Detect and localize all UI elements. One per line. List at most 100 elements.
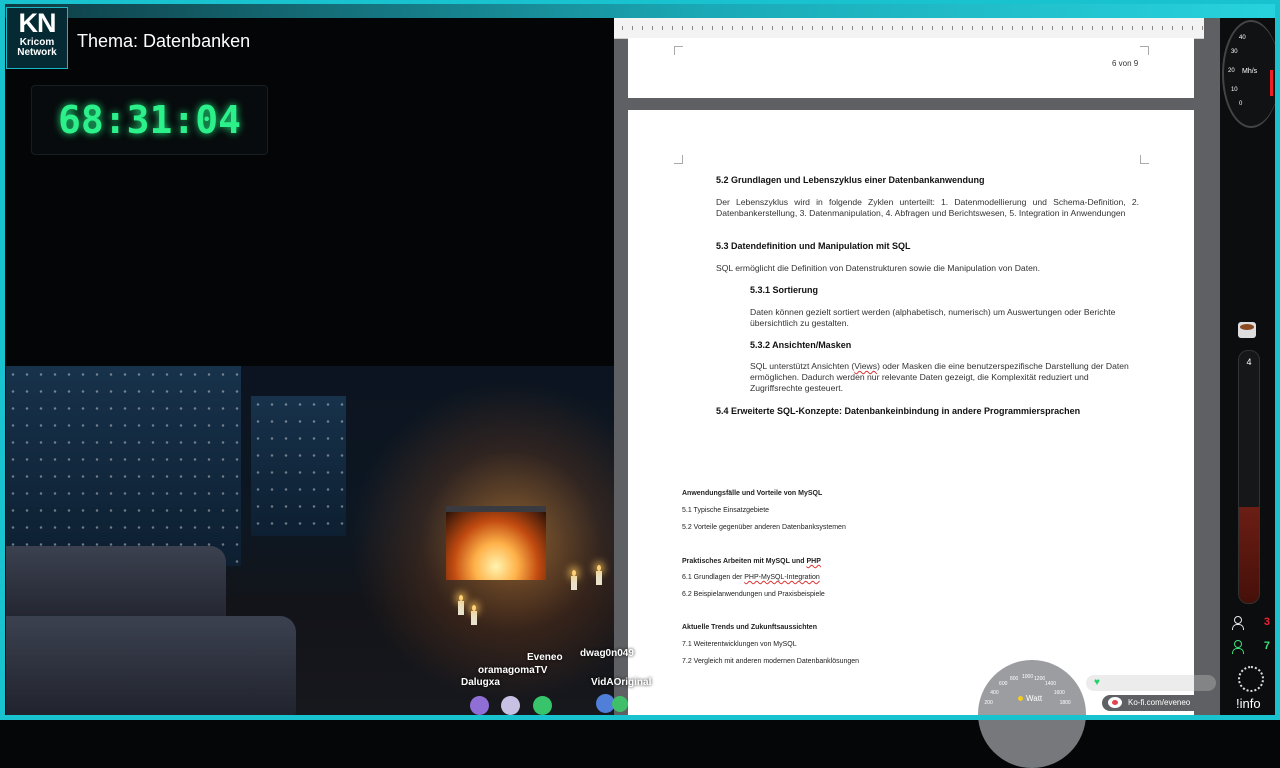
viewer-avatar [612,696,628,712]
outline-item: 7.2 Vergleich mit anderen modernen Daten… [682,658,860,665]
ruler-tick [1142,26,1143,30]
ruler-tick [1152,26,1153,30]
outline-heading: Aktuelle Trends und Zukunftsaussichten [682,624,817,631]
info-icon [1238,666,1264,692]
text-run: SQL unterstützt Ansichten ( [750,361,855,371]
watt-scale-label: 1400 [1044,681,1057,688]
heading-5-3-2: 5.3.2 Ansichten/Masken [750,340,852,350]
ruler-tick [1122,26,1123,30]
ruler-tick [1132,26,1133,30]
gauge-scale-label: 20 [1228,68,1235,74]
ko-fi-link[interactable]: Ko-fi.com/eveneo [1102,695,1210,711]
viewer-name: dwag0n049 [580,648,634,659]
ruler-tick [682,26,683,30]
snowy-window [251,396,346,536]
ruler-tick [872,26,873,30]
outline-item: 5.1 Typische Einsatzgebiete [682,507,770,514]
ruler-tick [902,26,903,30]
outline-heading: Anwendungsfälle und Vorteile von MySQL [682,490,823,497]
outline-heading: Praktisches Arbeiten mit MySQL und PHP [682,558,821,565]
watt-scale-label: 800 [1009,675,1019,682]
cozy-cabin-scene [6,366,614,715]
margin-marker [1140,46,1149,55]
ruler-tick [952,26,953,30]
viewer-avatar [470,696,489,715]
ruler-tick [972,26,973,30]
horizontal-ruler[interactable] [614,18,1204,39]
ruler-tick [692,26,693,30]
info-command: !info [1236,696,1261,711]
paragraph-5-2: Der Lebenszyklus wird in folgende Zyklen… [716,197,1139,218]
ruler-tick [992,26,993,30]
ruler-tick [722,26,723,30]
text-run: 6.1 Grundlagen der [682,574,745,581]
ruler-tick [712,26,713,30]
ruler-tick [632,26,633,30]
text-run: Praktisches Arbeiten mit MySQL und [682,558,807,565]
document-page-previous[interactable] [628,38,1194,98]
watt-gauge: Watt 200 400 600 800 1000 1200 1400 1600 1800 [978,660,1086,768]
user-icon [1232,640,1244,654]
ruler-tick [1082,26,1083,30]
ko-fi-label: Ko-fi.com/eveneo [1128,698,1191,707]
outline-item: 7.1 Weiterentwicklungen von MySQL [682,641,797,648]
ruler-tick [1072,26,1073,30]
ruler-tick [782,26,783,30]
heart-notification: ♥ [1086,675,1216,691]
page-number: 6 von 9 [1112,59,1139,68]
meter-value: 4 [1246,357,1252,367]
logo-line: Network [17,47,57,58]
ruler-tick [942,26,943,30]
watt-scale-label: 400 [990,689,999,696]
ruler-tick [1202,26,1203,30]
ruler-tick [852,26,853,30]
ruler-tick [1182,26,1183,30]
ruler-tick [1162,26,1163,30]
ruler-tick [802,26,803,30]
stat-viewers: 3 [1226,614,1274,634]
ruler-tick [1052,26,1053,30]
stream-topic: Thema: Datenbanken [77,31,251,51]
paragraph-5-3-2: SQL unterstützt Ansichten (Views) oder M… [750,361,1130,394]
ruler-tick [982,26,983,30]
candle [471,605,477,625]
logo-initials: KN [18,8,57,38]
timer-value: 68:31:04 [57,98,242,142]
ruler-tick [762,26,763,30]
ruler-tick [742,26,743,30]
ruler-tick [862,26,863,30]
ruler-tick [912,26,913,30]
spellcheck-word: Views [854,361,878,371]
ruler-tick [732,26,733,30]
heading-5-3-1: 5.3.1 Sortierung [750,285,819,295]
ruler-tick [772,26,773,30]
ruler-tick [812,26,813,30]
watt-scale-label: 1000 [1022,674,1034,680]
stat-value: 3 [1263,616,1270,628]
gauge-scale-label: 30 [1230,49,1238,55]
gauge-unit: Mh/s [1242,68,1258,75]
paragraph-5-3: SQL ermöglicht die Definition von Datens… [716,263,1041,273]
coffee-cup-icon [1238,322,1256,338]
ruler-tick [1092,26,1093,30]
coffee-level-meter: 4 [1238,350,1260,604]
ruler-tick [652,26,653,30]
fireplace [446,506,546,580]
spellcheck-word: PHP-MySQL-Integration [744,574,820,581]
ruler-tick [702,26,703,30]
heading-5-2: 5.2 Grundlagen und Lebenszyklus einer Da… [716,175,985,185]
gauge-scale-label: 10 [1230,87,1238,93]
spellcheck-word: PHP [806,558,821,565]
ruler-tick [672,26,673,30]
viewer-name: Dalugxa [461,677,500,688]
stream-timer: 68:31:04 [31,85,268,155]
ruler-tick [792,26,793,30]
ruler-tick [1112,26,1113,30]
heart-icon: ♥ [1094,677,1100,688]
stat-followers: 7 [1226,638,1274,658]
ruler-tick [1002,26,1003,30]
ruler-tick [932,26,933,30]
ruler-tick [622,26,623,30]
viewer-avatar [501,696,520,715]
ruler-tick [662,26,663,30]
